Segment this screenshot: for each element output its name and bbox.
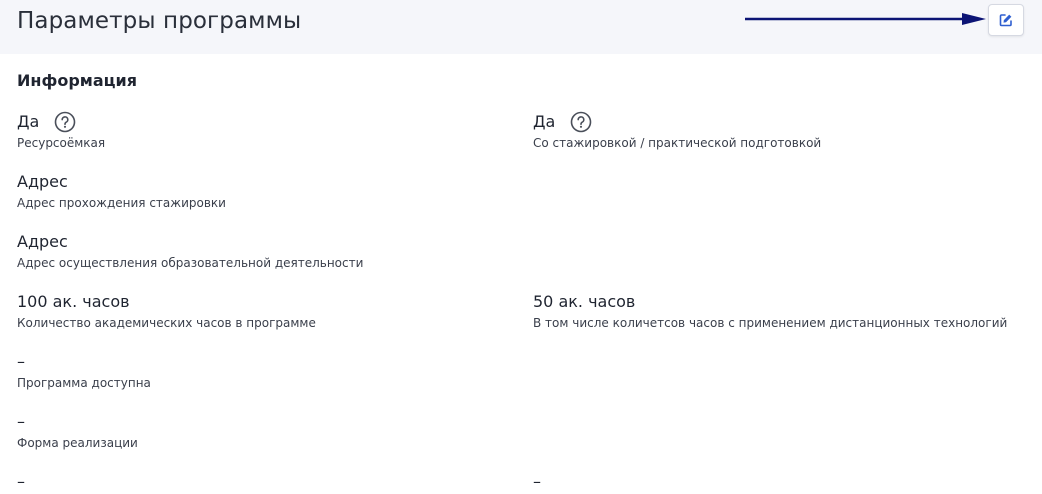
- annotation-arrow: [745, 13, 986, 25]
- field-value: Да: [17, 112, 40, 131]
- field-education-address: Адрес Адрес осуществления образовательно…: [17, 230, 363, 271]
- field-extra-left: –: [17, 470, 25, 494]
- field-availability: – Программа доступна: [17, 350, 151, 391]
- field-internship: Да Со стажировкой / практической подгото…: [533, 110, 821, 151]
- edit-button[interactable]: [988, 4, 1024, 36]
- field-label: Адрес прохождения стажировки: [17, 196, 226, 210]
- field-hours-total: 100 ак. часов Количество академических ч…: [17, 290, 316, 331]
- field-value: Адрес: [17, 232, 68, 251]
- field-label: В том числе количетсов часов с применени…: [533, 316, 1008, 330]
- field-extra-right: –: [533, 470, 541, 494]
- field-value: –: [17, 472, 25, 491]
- field-label: Ресурсоёмкая: [17, 136, 106, 150]
- field-internship-address: Адрес Адрес прохождения стажировки: [17, 170, 226, 211]
- field-label: Адрес осуществления образовательной деят…: [17, 256, 364, 270]
- field-value: –: [17, 352, 25, 371]
- question-circle-icon[interactable]: [54, 111, 76, 133]
- field-label: Программа доступна: [17, 376, 151, 390]
- section-title: Информация: [17, 71, 137, 90]
- page-header: Параметры программы: [0, 0, 1042, 54]
- field-form: – Форма реализации: [17, 410, 138, 451]
- field-label: Со стажировкой / практической подготовко…: [533, 136, 822, 150]
- field-value: 100 ак. часов: [17, 292, 130, 311]
- field-value: 50 ак. часов: [533, 292, 636, 311]
- field-value: –: [533, 472, 541, 491]
- field-value: Да: [533, 112, 556, 131]
- field-hours-remote: 50 ак. часов В том числе количетсов часо…: [533, 290, 1007, 331]
- field-label: Количество академических часов в програм…: [17, 316, 316, 330]
- edit-icon: [999, 14, 1012, 27]
- field-resource-intensive: Да Ресурсоёмкая: [17, 110, 105, 151]
- field-label: Форма реализации: [17, 436, 138, 450]
- question-circle-icon[interactable]: [570, 111, 592, 133]
- field-value: Адрес: [17, 172, 68, 191]
- field-value: –: [17, 412, 25, 431]
